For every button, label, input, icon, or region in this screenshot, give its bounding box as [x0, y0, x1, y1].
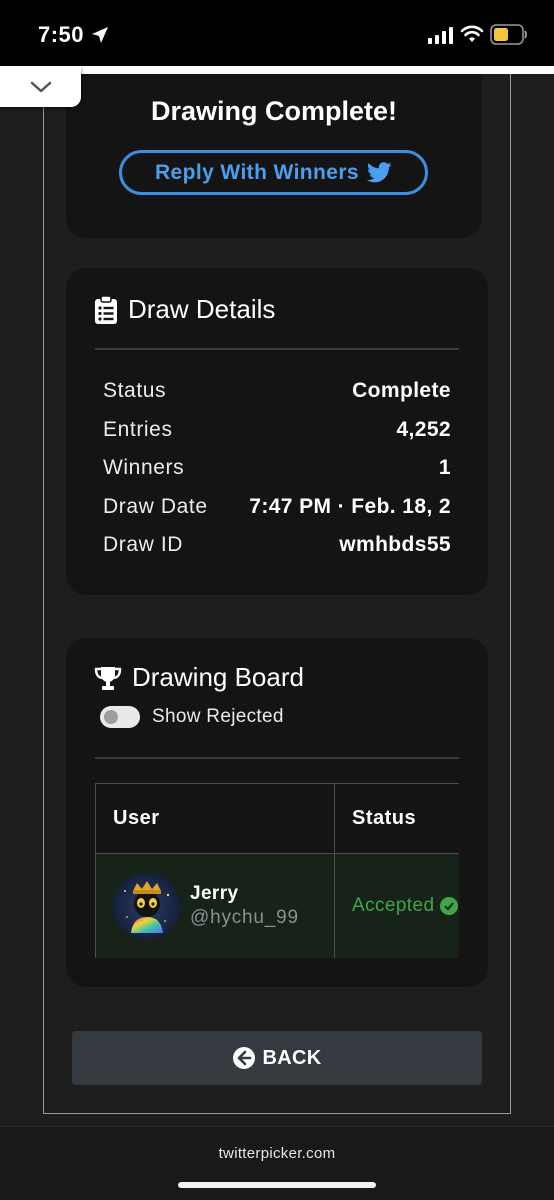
detail-row-winners: Winners 1 [103, 449, 451, 488]
user-handle: @hychu_99 [190, 907, 299, 928]
show-rejected-label: Show Rejected [152, 706, 284, 727]
address-bar-domain[interactable]: twitterpicker.com [0, 1145, 554, 1162]
show-rejected-row: Show Rejected [100, 706, 284, 728]
drawing-complete-title: Drawing Complete! [150, 96, 398, 126]
detail-value: 1 [438, 456, 451, 480]
detail-row-entries: Entries 4,252 [103, 411, 451, 450]
draw-details-header: Draw Details [94, 294, 275, 325]
table-header-row: User Status [95, 783, 459, 854]
show-rejected-toggle[interactable] [100, 706, 140, 728]
page-content: Drawing Complete! Reply With Winners Dra… [0, 74, 554, 1126]
status-bar: 7:50 [0, 0, 554, 66]
board-table-scroll[interactable]: User Status Jerry @hychu_99 Accepted [95, 783, 459, 958]
detail-value: Complete [352, 379, 451, 403]
user-name: Jerry [190, 883, 239, 904]
details-table: Status Complete Entries 4,252 Winners 1 … [103, 372, 451, 565]
collapse-toolbar-tab[interactable] [0, 66, 81, 107]
detail-key: Status [103, 379, 167, 403]
status-accepted: Accepted [352, 895, 435, 916]
drawing-board-title: Drawing Board [132, 662, 304, 692]
battery-icon [490, 24, 527, 45]
drawing-board-card: Drawing Board Show Rejected User Status [66, 638, 488, 987]
draw-details-title: Draw Details [128, 294, 276, 324]
clipboard-list-icon [95, 294, 117, 324]
cellular-signal-icon [428, 27, 453, 44]
board-table: User Status Jerry @hychu_99 Accepted [95, 783, 459, 958]
detail-key: Draw Date [103, 494, 208, 518]
column-header-status: Status [334, 783, 459, 854]
detail-row-draw-date: Draw Date 7:47 PM · Feb. 18, 2 [103, 488, 451, 527]
detail-key: Draw ID [103, 533, 184, 557]
arrow-circle-left-icon [232, 1047, 255, 1069]
drawing-complete-card: Drawing Complete! Reply With Winners [66, 74, 482, 238]
home-indicator[interactable] [178, 1182, 376, 1188]
status-cell: Accepted [334, 853, 459, 958]
drawing-board-header: Drawing Board [94, 662, 304, 693]
status-time: 7:50 [38, 22, 85, 47]
avatar [113, 872, 180, 940]
toggle-knob [104, 710, 118, 724]
chevron-down-icon [30, 81, 51, 92]
detail-value: 4,252 [396, 417, 451, 441]
draw-details-card: Draw Details Status Complete Entries 4,2… [66, 268, 488, 595]
status-content: Accepted [335, 854, 459, 958]
twitter-bird-icon [367, 162, 392, 183]
detail-row-draw-id: Draw ID wmhbds55 [103, 526, 451, 565]
wifi-icon [460, 25, 484, 42]
browser-top-strip [0, 66, 554, 74]
check-circle-icon [440, 897, 459, 915]
location-arrow-icon [92, 27, 108, 43]
detail-key: Winners [103, 456, 185, 480]
user-info[interactable]: Jerry @hychu_99 [96, 872, 334, 940]
trophy-icon [94, 666, 122, 690]
detail-value: 7:47 PM · Feb. 18, 2 [249, 494, 451, 518]
browser-bottom-bar: twitterpicker.com [0, 1126, 554, 1200]
detail-row-status: Status Complete [103, 372, 451, 411]
board-divider [95, 757, 459, 759]
detail-value: wmhbds55 [339, 533, 451, 557]
back-button[interactable]: BACK [72, 1031, 482, 1085]
table-row: Jerry @hychu_99 Accepted [95, 853, 459, 958]
reply-with-winners-label: Reply With Winners [154, 160, 359, 184]
reply-with-winners-button[interactable]: Reply With Winners [119, 150, 428, 195]
user-cell: Jerry @hychu_99 [95, 853, 335, 958]
detail-key: Entries [103, 417, 173, 441]
user-text: Jerry @hychu_99 [190, 883, 299, 929]
back-button-label: BACK [262, 1046, 322, 1069]
column-header-user: User [95, 783, 335, 854]
details-divider [95, 348, 459, 350]
